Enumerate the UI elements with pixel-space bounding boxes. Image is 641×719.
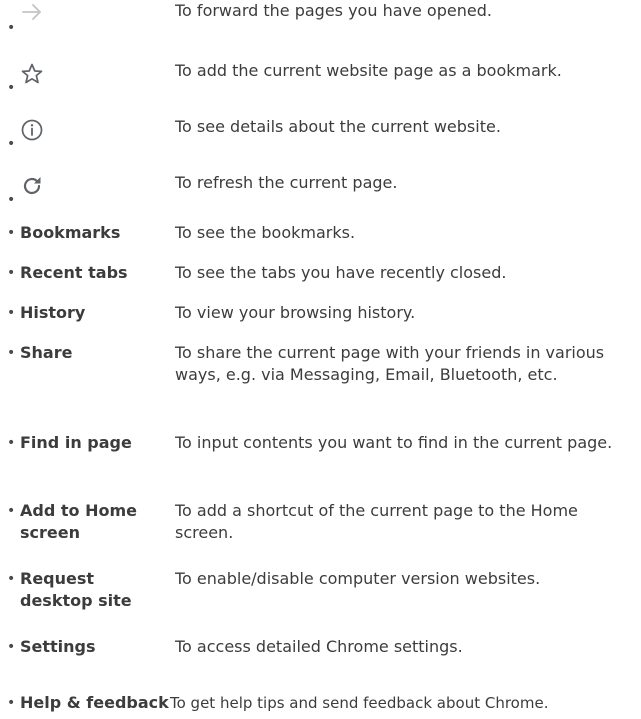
row-term: Help & feedback xyxy=(20,693,169,712)
star-icon xyxy=(20,62,44,86)
row-term: Add to Home screen xyxy=(20,501,137,542)
row-term: Request desktop site xyxy=(20,569,132,610)
bullet: • xyxy=(7,345,16,361)
row-description: To enable/disable computer version websi… xyxy=(175,569,541,588)
bullet: • xyxy=(7,192,16,208)
forward-arrow-icon xyxy=(20,0,44,24)
bullet: • xyxy=(7,305,16,321)
row-term: Find in page xyxy=(20,433,132,452)
row-description: To input contents you want to find in th… xyxy=(175,433,613,452)
bullet: • xyxy=(7,571,16,587)
row-term: Recent tabs xyxy=(20,263,128,282)
info-icon xyxy=(20,118,44,142)
bullet: • xyxy=(7,225,16,241)
bullet: • xyxy=(7,265,16,281)
row-description: To access detailed Chrome settings. xyxy=(175,637,463,656)
row-term: Bookmarks xyxy=(20,223,121,242)
row-description: To view your browsing history. xyxy=(175,303,416,322)
bullet: • xyxy=(7,20,16,36)
bullet: • xyxy=(7,435,16,451)
refresh-icon xyxy=(20,174,44,198)
row-description: To see the bookmarks. xyxy=(175,223,356,242)
bullet: • xyxy=(7,639,16,655)
row-term: Settings xyxy=(20,637,96,656)
bullet: • xyxy=(7,80,16,96)
row-description: To see the tabs you have recently closed… xyxy=(175,263,507,282)
row-description: To add a shortcut of the current page to… xyxy=(175,501,578,542)
row-description: To see details about the current website… xyxy=(175,117,501,136)
row-description: To refresh the current page. xyxy=(175,173,398,192)
row-term: History xyxy=(20,303,86,322)
bullet: • xyxy=(7,695,16,711)
row-description: To forward the pages you have opened. xyxy=(175,1,492,20)
row-description: To get help tips and send feedback about… xyxy=(170,694,549,712)
bullet: • xyxy=(7,503,16,519)
row-description: To share the current page with your frie… xyxy=(175,343,605,384)
bullet: • xyxy=(7,136,16,152)
row-term: Share xyxy=(20,343,73,362)
row-description: To add the current website page as a boo… xyxy=(175,61,562,80)
